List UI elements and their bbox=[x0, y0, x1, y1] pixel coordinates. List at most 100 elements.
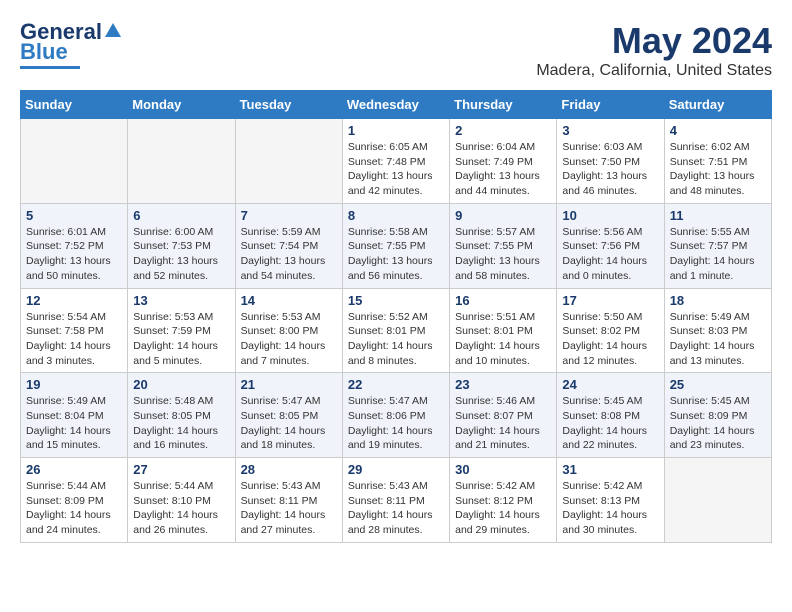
weekday-header-friday: Friday bbox=[557, 91, 664, 119]
calendar-cell: 23 Sunrise: 5:46 AM Sunset: 8:07 PM Dayli… bbox=[450, 373, 557, 458]
calendar-cell: 22 Sunrise: 5:47 AM Sunset: 8:06 PM Dayli… bbox=[342, 373, 449, 458]
logo: General Blue bbox=[20, 20, 122, 69]
weekday-header-thursday: Thursday bbox=[450, 91, 557, 119]
day-info: Sunrise: 6:01 AM Sunset: 7:52 PM Dayligh… bbox=[26, 225, 122, 284]
logo-triangle-icon bbox=[104, 21, 122, 39]
logo-text-blue: Blue bbox=[20, 40, 68, 64]
day-info: Sunrise: 5:44 AM Sunset: 8:09 PM Dayligh… bbox=[26, 479, 122, 538]
day-info: Sunrise: 5:43 AM Sunset: 8:11 PM Dayligh… bbox=[241, 479, 337, 538]
calendar-cell: 26 Sunrise: 5:44 AM Sunset: 8:09 PM Dayli… bbox=[21, 458, 128, 543]
calendar-cell: 16Sunrise: 5:51 AM Sunset: 8:01 PM Dayli… bbox=[450, 288, 557, 373]
day-info: Sunrise: 5:48 AM Sunset: 8:05 PM Dayligh… bbox=[133, 394, 229, 453]
day-number: 28 bbox=[241, 462, 337, 477]
day-info: Sunrise: 6:03 AM Sunset: 7:50 PM Dayligh… bbox=[562, 140, 658, 199]
calendar-subtitle: Madera, California, United States bbox=[536, 62, 772, 80]
calendar-cell: 21 Sunrise: 5:47 AM Sunset: 8:05 PM Dayli… bbox=[235, 373, 342, 458]
day-number: 12 bbox=[26, 293, 122, 308]
calendar-cell bbox=[128, 119, 235, 204]
calendar-cell: 15 Sunrise: 5:52 AM Sunset: 8:01 PM Dayli… bbox=[342, 288, 449, 373]
day-info: Sunrise: 5:59 AM Sunset: 7:54 PM Dayligh… bbox=[241, 225, 337, 284]
day-info: Sunrise: 5:58 AM Sunset: 7:55 PM Dayligh… bbox=[348, 225, 444, 284]
day-number: 21 bbox=[241, 377, 337, 392]
day-number: 3 bbox=[562, 123, 658, 138]
calendar-cell: 13 Sunrise: 5:53 AM Sunset: 7:59 PM Dayli… bbox=[128, 288, 235, 373]
day-info: Sunrise: 5:47 AM Sunset: 8:06 PM Dayligh… bbox=[348, 394, 444, 453]
calendar-cell: 4 Sunrise: 6:02 AM Sunset: 7:51 PM Daylig… bbox=[664, 119, 771, 204]
weekday-header-wednesday: Wednesday bbox=[342, 91, 449, 119]
calendar-cell: 12 Sunrise: 5:54 AM Sunset: 7:58 PM Dayli… bbox=[21, 288, 128, 373]
calendar-cell: 25 Sunrise: 5:45 AM Sunset: 8:09 PM Dayli… bbox=[664, 373, 771, 458]
calendar-cell: 30 Sunrise: 5:42 AM Sunset: 8:12 PM Dayli… bbox=[450, 458, 557, 543]
day-info: Sunrise: 5:49 AM Sunset: 8:04 PM Dayligh… bbox=[26, 394, 122, 453]
day-info: Sunrise: 6:02 AM Sunset: 7:51 PM Dayligh… bbox=[670, 140, 766, 199]
day-number: 8 bbox=[348, 208, 444, 223]
day-number: 27 bbox=[133, 462, 229, 477]
day-number: 11 bbox=[670, 208, 766, 223]
weekday-header-saturday: Saturday bbox=[664, 91, 771, 119]
weekday-header-sunday: Sunday bbox=[21, 91, 128, 119]
calendar-cell: 14Sunrise: 5:53 AM Sunset: 8:00 PM Dayli… bbox=[235, 288, 342, 373]
calendar-week-1: 1 Sunrise: 6:05 AM Sunset: 7:48 PM Daylig… bbox=[21, 119, 772, 204]
calendar-cell: 31 Sunrise: 5:42 AM Sunset: 8:13 PM Dayli… bbox=[557, 458, 664, 543]
day-info: Sunrise: 5:43 AM Sunset: 8:11 PM Dayligh… bbox=[348, 479, 444, 538]
day-number: 17 bbox=[562, 293, 658, 308]
day-info: Sunrise: 5:44 AM Sunset: 8:10 PM Dayligh… bbox=[133, 479, 229, 538]
day-number: 16 bbox=[455, 293, 551, 308]
day-info: Sunrise: 5:45 AM Sunset: 8:08 PM Dayligh… bbox=[562, 394, 658, 453]
day-number: 4 bbox=[670, 123, 766, 138]
calendar-cell: 17Sunrise: 5:50 AM Sunset: 8:02 PM Dayli… bbox=[557, 288, 664, 373]
calendar-cell: 11Sunrise: 5:55 AM Sunset: 7:57 PM Dayli… bbox=[664, 203, 771, 288]
calendar-table: SundayMondayTuesdayWednesdayThursdayFrid… bbox=[20, 90, 772, 543]
day-info: Sunrise: 5:53 AM Sunset: 7:59 PM Dayligh… bbox=[133, 310, 229, 369]
calendar-week-3: 12 Sunrise: 5:54 AM Sunset: 7:58 PM Dayli… bbox=[21, 288, 772, 373]
calendar-week-4: 19Sunrise: 5:49 AM Sunset: 8:04 PM Dayli… bbox=[21, 373, 772, 458]
day-number: 13 bbox=[133, 293, 229, 308]
day-info: Sunrise: 6:05 AM Sunset: 7:48 PM Dayligh… bbox=[348, 140, 444, 199]
calendar-cell: 9Sunrise: 5:57 AM Sunset: 7:55 PM Daylig… bbox=[450, 203, 557, 288]
calendar-cell: 6 Sunrise: 6:00 AM Sunset: 7:53 PM Daylig… bbox=[128, 203, 235, 288]
calendar-cell: 29 Sunrise: 5:43 AM Sunset: 8:11 PM Dayli… bbox=[342, 458, 449, 543]
calendar-cell: 20Sunrise: 5:48 AM Sunset: 8:05 PM Dayli… bbox=[128, 373, 235, 458]
day-info: Sunrise: 5:52 AM Sunset: 8:01 PM Dayligh… bbox=[348, 310, 444, 369]
day-info: Sunrise: 5:45 AM Sunset: 8:09 PM Dayligh… bbox=[670, 394, 766, 453]
weekday-header-row: SundayMondayTuesdayWednesdayThursdayFrid… bbox=[21, 91, 772, 119]
day-info: Sunrise: 6:00 AM Sunset: 7:53 PM Dayligh… bbox=[133, 225, 229, 284]
day-number: 22 bbox=[348, 377, 444, 392]
calendar-cell: 7Sunrise: 5:59 AM Sunset: 7:54 PM Daylig… bbox=[235, 203, 342, 288]
calendar-cell: 28 Sunrise: 5:43 AM Sunset: 8:11 PM Dayli… bbox=[235, 458, 342, 543]
weekday-header-monday: Monday bbox=[128, 91, 235, 119]
calendar-cell: 5Sunrise: 6:01 AM Sunset: 7:52 PM Daylig… bbox=[21, 203, 128, 288]
calendar-body: 1 Sunrise: 6:05 AM Sunset: 7:48 PM Daylig… bbox=[21, 119, 772, 543]
day-info: Sunrise: 5:49 AM Sunset: 8:03 PM Dayligh… bbox=[670, 310, 766, 369]
page-header: General Blue May 2024 Madera, California… bbox=[20, 20, 772, 80]
day-info: Sunrise: 5:54 AM Sunset: 7:58 PM Dayligh… bbox=[26, 310, 122, 369]
calendar-cell: 1 Sunrise: 6:05 AM Sunset: 7:48 PM Daylig… bbox=[342, 119, 449, 204]
calendar-cell: 8 Sunrise: 5:58 AM Sunset: 7:55 PM Daylig… bbox=[342, 203, 449, 288]
day-number: 1 bbox=[348, 123, 444, 138]
day-info: Sunrise: 5:56 AM Sunset: 7:56 PM Dayligh… bbox=[562, 225, 658, 284]
day-number: 23 bbox=[455, 377, 551, 392]
calendar-cell bbox=[664, 458, 771, 543]
day-number: 26 bbox=[26, 462, 122, 477]
calendar-week-5: 26 Sunrise: 5:44 AM Sunset: 8:09 PM Dayli… bbox=[21, 458, 772, 543]
day-info: Sunrise: 5:46 AM Sunset: 8:07 PM Dayligh… bbox=[455, 394, 551, 453]
day-info: Sunrise: 5:42 AM Sunset: 8:12 PM Dayligh… bbox=[455, 479, 551, 538]
title-block: May 2024 Madera, California, United Stat… bbox=[536, 20, 772, 80]
day-number: 29 bbox=[348, 462, 444, 477]
logo-underline bbox=[20, 66, 80, 69]
day-number: 10 bbox=[562, 208, 658, 223]
day-number: 30 bbox=[455, 462, 551, 477]
day-number: 15 bbox=[348, 293, 444, 308]
day-info: Sunrise: 5:42 AM Sunset: 8:13 PM Dayligh… bbox=[562, 479, 658, 538]
calendar-cell bbox=[235, 119, 342, 204]
day-number: 9 bbox=[455, 208, 551, 223]
calendar-week-2: 5Sunrise: 6:01 AM Sunset: 7:52 PM Daylig… bbox=[21, 203, 772, 288]
day-number: 24 bbox=[562, 377, 658, 392]
calendar-cell: 10 Sunrise: 5:56 AM Sunset: 7:56 PM Dayli… bbox=[557, 203, 664, 288]
day-number: 25 bbox=[670, 377, 766, 392]
day-number: 31 bbox=[562, 462, 658, 477]
calendar-cell: 27 Sunrise: 5:44 AM Sunset: 8:10 PM Dayli… bbox=[128, 458, 235, 543]
day-info: Sunrise: 5:47 AM Sunset: 8:05 PM Dayligh… bbox=[241, 394, 337, 453]
day-info: Sunrise: 6:04 AM Sunset: 7:49 PM Dayligh… bbox=[455, 140, 551, 199]
day-number: 6 bbox=[133, 208, 229, 223]
